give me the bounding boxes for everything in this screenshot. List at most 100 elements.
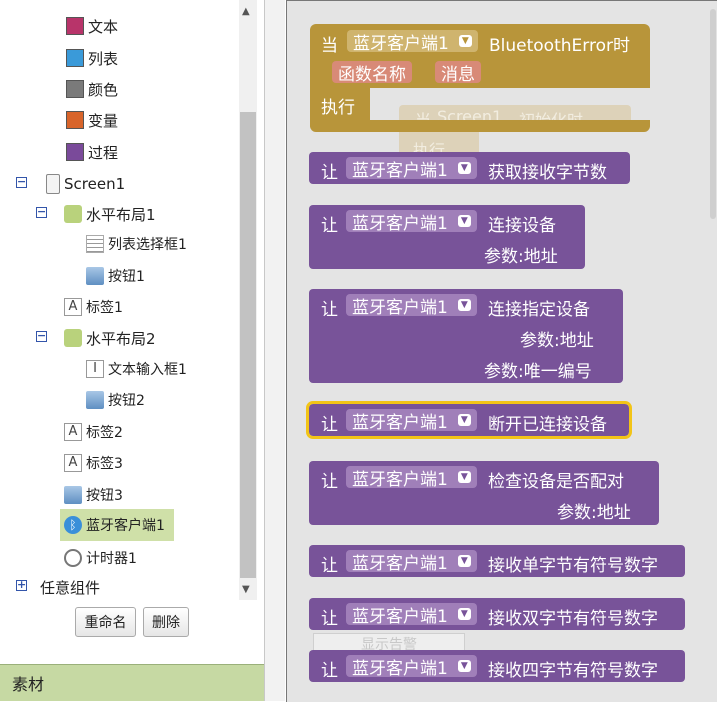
tree-item-label: 按钮1 (108, 269, 145, 285)
call-block-receive-signed-1byte[interactable]: 让 蓝牙客户端1 ▼ 接收单字节有符号数字 (309, 545, 685, 577)
rename-button[interactable]: 重命名 (75, 607, 136, 637)
tree-item-listpicker1[interactable]: 列表选择框1 (86, 230, 187, 258)
tree-item-label: 水平布局1 (86, 205, 156, 224)
component-dropdown[interactable]: 蓝牙客户端1 ▼ (346, 550, 477, 574)
component-dropdown[interactable]: 蓝牙客户端1 ▼ (346, 409, 477, 433)
collapse-toggle[interactable]: − (36, 206, 47, 218)
chevron-down-icon: ▼ (457, 162, 471, 174)
tree-item-label2[interactable]: A 标签2 (64, 418, 123, 446)
tree-item-textbox1[interactable]: I 文本输入框1 (86, 355, 187, 383)
call-block-bytes-available[interactable]: 让 蓝牙客户端1 ▼ 获取接收字节数 (309, 152, 630, 184)
tree-item-label: 任意组件 (40, 578, 101, 597)
component-name: 蓝牙客户端1 (352, 553, 448, 574)
tree-item-label: 按钮2 (108, 393, 145, 409)
variable-block-icon (66, 111, 84, 129)
param-uuid: 参数:唯一编号 (484, 362, 592, 382)
component-name: 蓝牙客户端1 (352, 658, 448, 679)
tree-item-button2[interactable]: 按钮2 (86, 386, 145, 414)
component-name: 蓝牙客户端1 (352, 160, 448, 181)
chevron-down-icon: ▼ (457, 215, 471, 227)
delete-button[interactable]: 删除 (143, 607, 189, 637)
collapse-toggle[interactable]: − (16, 176, 27, 188)
tree-scrollbar[interactable]: ▲ ▼ (239, 0, 257, 600)
component-dropdown[interactable]: 蓝牙客户端1 ▼ (347, 30, 478, 54)
text-block-icon (66, 17, 84, 35)
component-dropdown[interactable]: 蓝牙客户端1 ▼ (346, 294, 477, 318)
listpicker-icon (86, 235, 104, 253)
param-address: 参数:地址 (520, 331, 594, 351)
button-icon (86, 267, 104, 285)
let-label: 让 (321, 216, 338, 236)
method-name: 断开已连接设备 (488, 415, 607, 435)
tree-item-hlayout1[interactable]: 水平布局1 (64, 200, 156, 228)
tree-item-label: 过程 (88, 143, 119, 162)
component-dropdown[interactable]: 蓝牙客户端1 ▼ (346, 210, 477, 234)
scrollbar-thumb[interactable] (240, 112, 256, 578)
blocks-workspace[interactable]: 当 Screen1 初始化时 执行 当 蓝牙客户端1▼ BluetoothErr… (286, 0, 717, 702)
tree-item-list[interactable]: 列表 (66, 44, 118, 72)
call-block-receive-signed-2bytes[interactable]: 让 蓝牙客户端1 ▼ 接收双字节有符号数字 (309, 598, 685, 630)
collapse-toggle[interactable]: − (36, 330, 47, 342)
param-address: 参数:地址 (484, 247, 558, 267)
let-label: 让 (321, 472, 338, 492)
bluetooth-icon: ᛒ (64, 516, 82, 534)
component-name: 蓝牙客户端1 (352, 297, 448, 318)
tree-item-hlayout2[interactable]: 水平布局2 (64, 324, 156, 352)
tree-item-text[interactable]: 文本 (66, 12, 118, 40)
tree-item-label: 标签2 (86, 425, 123, 441)
call-block-connect[interactable]: 让 蓝牙客户端1 ▼ 连接设备 参数:地址 (309, 205, 585, 269)
chevron-down-icon: ▼ (457, 299, 471, 311)
button-icon (64, 486, 82, 504)
label-icon: A (64, 298, 82, 316)
list-block-icon (66, 49, 84, 67)
param-function-name[interactable]: 函数名称 (332, 61, 412, 85)
workspace-scrollbar[interactable] (710, 9, 716, 219)
method-name: 接收双字节有符号数字 (488, 609, 658, 629)
event-block-footer (310, 120, 650, 132)
tree-item-label: 蓝牙客户端1 (86, 518, 165, 534)
tree-item-color[interactable]: 颜色 (66, 75, 118, 103)
tree-item-button3[interactable]: 按钮3 (64, 481, 123, 509)
scroll-up-icon[interactable]: ▲ (242, 6, 250, 17)
component-dropdown[interactable]: 蓝牙客户端1 ▼ (346, 157, 477, 181)
tree-item-screen1[interactable]: Screen1 (46, 170, 125, 198)
horizontal-layout-icon (64, 205, 82, 223)
method-name: 接收单字节有符号数字 (488, 556, 658, 576)
panel-gutter (265, 0, 285, 701)
tree-item-label1[interactable]: A 标签1 (64, 293, 123, 321)
tree-item-clock1[interactable]: 计时器1 (64, 544, 137, 572)
tree-item-variable[interactable]: 变量 (66, 106, 118, 134)
screen-icon (46, 174, 60, 194)
event-do-section: 执行 (310, 88, 370, 120)
assets-header[interactable]: 素材 (0, 664, 264, 701)
tree-item-label3[interactable]: A 标签3 (64, 449, 123, 477)
procedure-block-icon (66, 143, 84, 161)
tree-item-label: 列表 (88, 49, 119, 68)
scroll-down-icon[interactable]: ▼ (242, 584, 250, 595)
let-label: 让 (321, 661, 338, 681)
call-block-disconnect-selected[interactable]: 让 蓝牙客户端1 ▼ 断开已连接设备 (306, 401, 632, 439)
param-address: 参数:地址 (557, 503, 631, 523)
param-message[interactable]: 消息 (435, 61, 481, 85)
expand-toggle[interactable]: + (16, 579, 27, 591)
tree-item-any-component[interactable]: 任意组件 (40, 573, 100, 601)
label-icon: A (64, 454, 82, 472)
chevron-down-icon: ▼ (457, 555, 471, 567)
component-dropdown[interactable]: 蓝牙客户端1 ▼ (346, 655, 477, 679)
call-block-is-device-paired[interactable]: 让 蓝牙客户端1 ▼ 检查设备是否配对 参数:地址 (309, 461, 659, 525)
component-dropdown[interactable]: 蓝牙客户端1 ▼ (346, 603, 477, 627)
component-name: 蓝牙客户端1 (353, 33, 449, 54)
method-name: 连接指定设备 (488, 300, 590, 320)
tree-item-procedure[interactable]: 过程 (66, 138, 118, 166)
component-dropdown[interactable]: 蓝牙客户端1 ▼ (346, 466, 477, 490)
let-label: 让 (321, 163, 338, 183)
tree-item-label: 标签3 (86, 456, 123, 472)
tree-item-button1[interactable]: 按钮1 (86, 262, 145, 290)
textbox-icon: I (86, 360, 104, 378)
tree-item-label: 文本 (88, 17, 119, 36)
event-block-bluetooth-error[interactable]: 当 蓝牙客户端1 ▼ BluetoothError时 函数名称 消息 (310, 24, 650, 88)
call-block-receive-signed-4bytes[interactable]: 让 蓝牙客户端1 ▼ 接收四字节有符号数字 (309, 650, 685, 682)
when-label: 当 (321, 36, 338, 56)
tree-item-bluetooth1-selected[interactable]: ᛒ 蓝牙客户端1 (60, 509, 174, 541)
call-block-connect-with-uuid[interactable]: 让 蓝牙客户端1 ▼ 连接指定设备 参数:地址 参数:唯一编号 (309, 289, 623, 383)
